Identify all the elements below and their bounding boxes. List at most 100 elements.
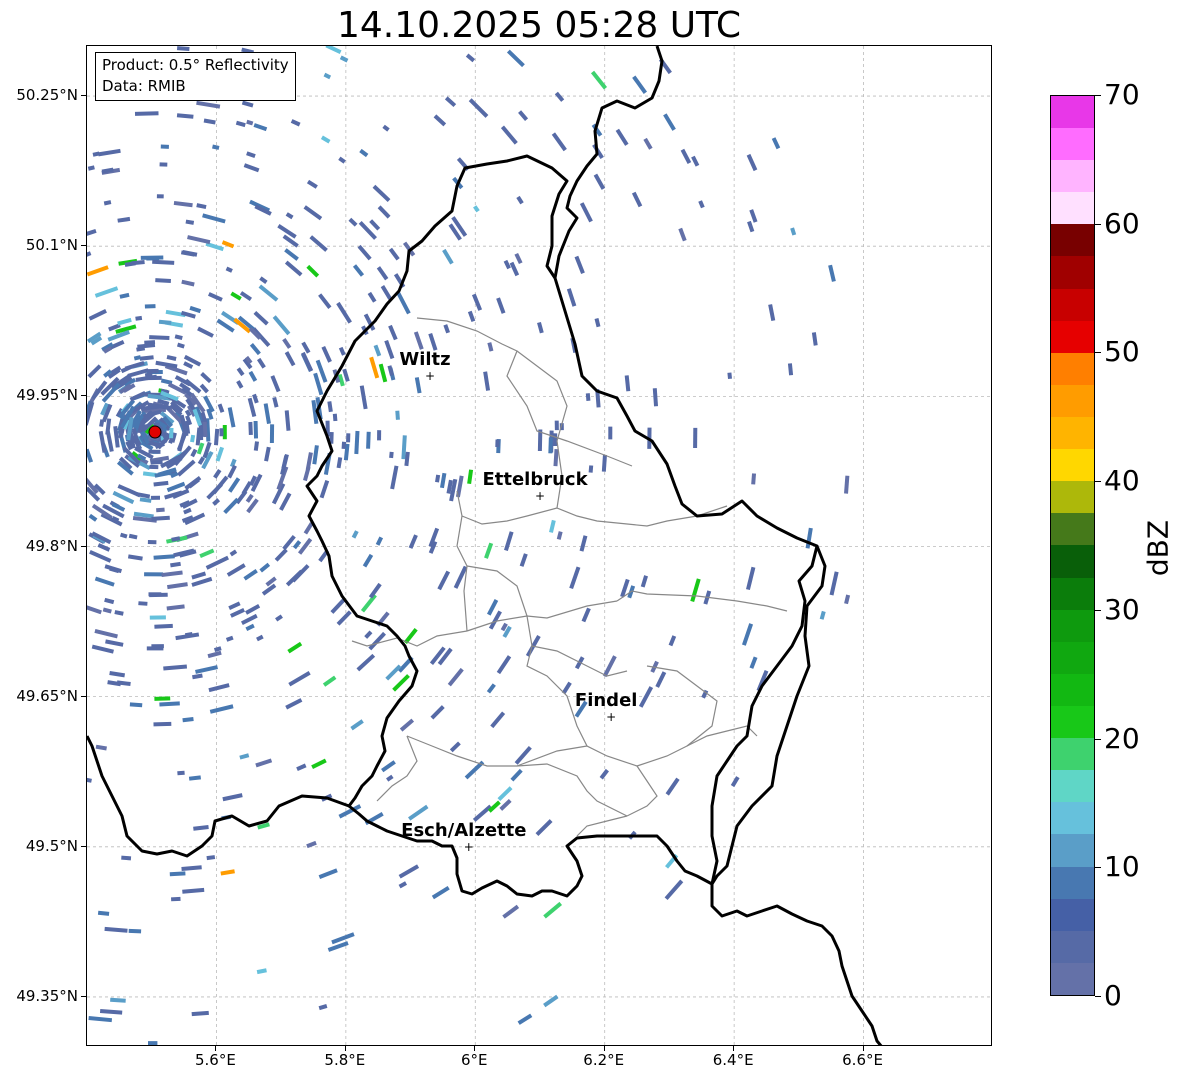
reflectivity-cell (146, 375, 162, 381)
reflectivity-cell (265, 576, 277, 587)
reflectivity-cell (213, 468, 222, 479)
reflectivity-cell (396, 292, 411, 315)
reflectivity-cell (296, 763, 307, 772)
reflectivity-cell (496, 297, 506, 314)
reflectivity-cell (341, 441, 347, 450)
colorbar-tick-label: 60 (1104, 206, 1140, 240)
canton-borders (351, 317, 788, 837)
reflectivity-cell (414, 377, 422, 394)
reflectivity-cell (553, 448, 559, 467)
reflectivity-cell (202, 213, 226, 224)
reflectivity-cell (655, 671, 667, 688)
reflectivity-cell (147, 368, 159, 374)
reflectivity-cell (467, 469, 474, 485)
reflectivity-cell (142, 471, 157, 478)
reflectivity-cell (140, 255, 164, 260)
reflectivity-cell (487, 599, 499, 616)
reflectivity-cell (166, 355, 177, 361)
colorbar-tick (1095, 996, 1101, 997)
lon-tick (862, 1046, 864, 1051)
reflectivity-cell (158, 319, 172, 325)
colorbar-segment (1051, 609, 1094, 642)
reflectivity-cell (311, 758, 327, 770)
reflectivity-cell (243, 569, 258, 581)
reflectivity-cell (373, 344, 382, 357)
colorbar-unit-label: dBZ (1141, 519, 1175, 577)
reflectivity-cell (518, 110, 529, 122)
reflectivity-cell (284, 260, 303, 277)
colorbar (1050, 95, 1095, 996)
reflectivity-cell (236, 367, 245, 377)
reflectivity-cell (253, 420, 259, 439)
reflectivity-cell (220, 869, 235, 876)
reflectivity-cell (510, 768, 523, 782)
reflectivity-cell (241, 100, 254, 108)
reflectivity-cell (574, 255, 585, 275)
reflectivity-cell (87, 364, 102, 379)
reflectivity-cell (319, 480, 330, 499)
reflectivity-cell (105, 639, 124, 647)
city-marker: + (606, 709, 617, 724)
reflectivity-cell (284, 351, 296, 367)
reflectivity-cell (240, 613, 258, 626)
reflectivity-cell (356, 653, 376, 672)
reflectivity-cell (269, 424, 275, 444)
reflectivity-cell (468, 98, 489, 118)
reflectivity-cell (87, 165, 95, 171)
reflectivity-cell (390, 465, 399, 490)
colorbar-segment (1051, 224, 1094, 257)
reflectivity-cell (318, 1004, 328, 1011)
reflectivity-cell (357, 244, 372, 261)
reflectivity-cell (88, 1016, 113, 1023)
reflectivity-cell (844, 475, 850, 494)
colorbar-segment (1051, 256, 1094, 289)
reflectivity-cell (449, 741, 461, 753)
reflectivity-cell (228, 477, 241, 493)
reflectivity-cell (284, 248, 299, 261)
lon-tick (215, 1046, 217, 1051)
reflectivity-cell (819, 610, 826, 620)
reflectivity-cell (87, 777, 92, 783)
reflectivity-cell (207, 650, 222, 659)
radar-map-svg (87, 46, 991, 1045)
reflectivity-cell (209, 704, 234, 714)
lon-tick-label: 5.6°E (195, 1051, 236, 1069)
reflectivity-cell (741, 623, 754, 646)
reflectivity-cell (138, 601, 148, 606)
reflectivity-cell (246, 151, 256, 159)
reflectivity-cell (285, 698, 303, 710)
reflectivity-cell (615, 128, 629, 146)
reflectivity-cell (844, 594, 851, 605)
reflectivity-cell (787, 363, 794, 376)
reflectivity-cell (161, 570, 183, 578)
colorbar-segment (1051, 673, 1094, 707)
colorbar-segment (1051, 962, 1094, 995)
radar-map[interactable]: Product: 0.5° Reflectivity Data: RMIB Wi… (86, 45, 992, 1046)
colorbar-tick-label: 50 (1104, 335, 1140, 369)
reflectivity-cell (129, 702, 143, 708)
reflectivity-cell (471, 293, 483, 311)
reflectivity-cell (318, 293, 332, 309)
reflectivity-cell (399, 718, 415, 732)
reflectivity-cell (99, 419, 105, 427)
colorbar-segment (1051, 160, 1094, 193)
reflectivity-cell (287, 641, 303, 654)
reflectivity-cell (206, 855, 216, 861)
reflectivity-cell (197, 326, 214, 338)
colorbar-segment (1051, 898, 1094, 931)
reflectivity-cell (323, 72, 332, 80)
colorbar-segment (1051, 802, 1094, 835)
reflectivity-cell (556, 531, 563, 540)
reflectivity-cell (342, 368, 350, 382)
reflectivity-cell (395, 410, 400, 420)
reflectivity-cell (303, 205, 323, 221)
reflectivity-cell (264, 446, 271, 462)
reflectivity-cell (336, 457, 343, 469)
reflectivity-cell (119, 292, 130, 299)
reflectivity-cell (274, 548, 288, 562)
reflectivity-cell (549, 519, 556, 533)
reflectivity-cell (318, 868, 338, 880)
reflectivity-cell (372, 184, 391, 203)
reflectivity-cell (170, 561, 181, 568)
reflectivity-cell (828, 264, 836, 282)
